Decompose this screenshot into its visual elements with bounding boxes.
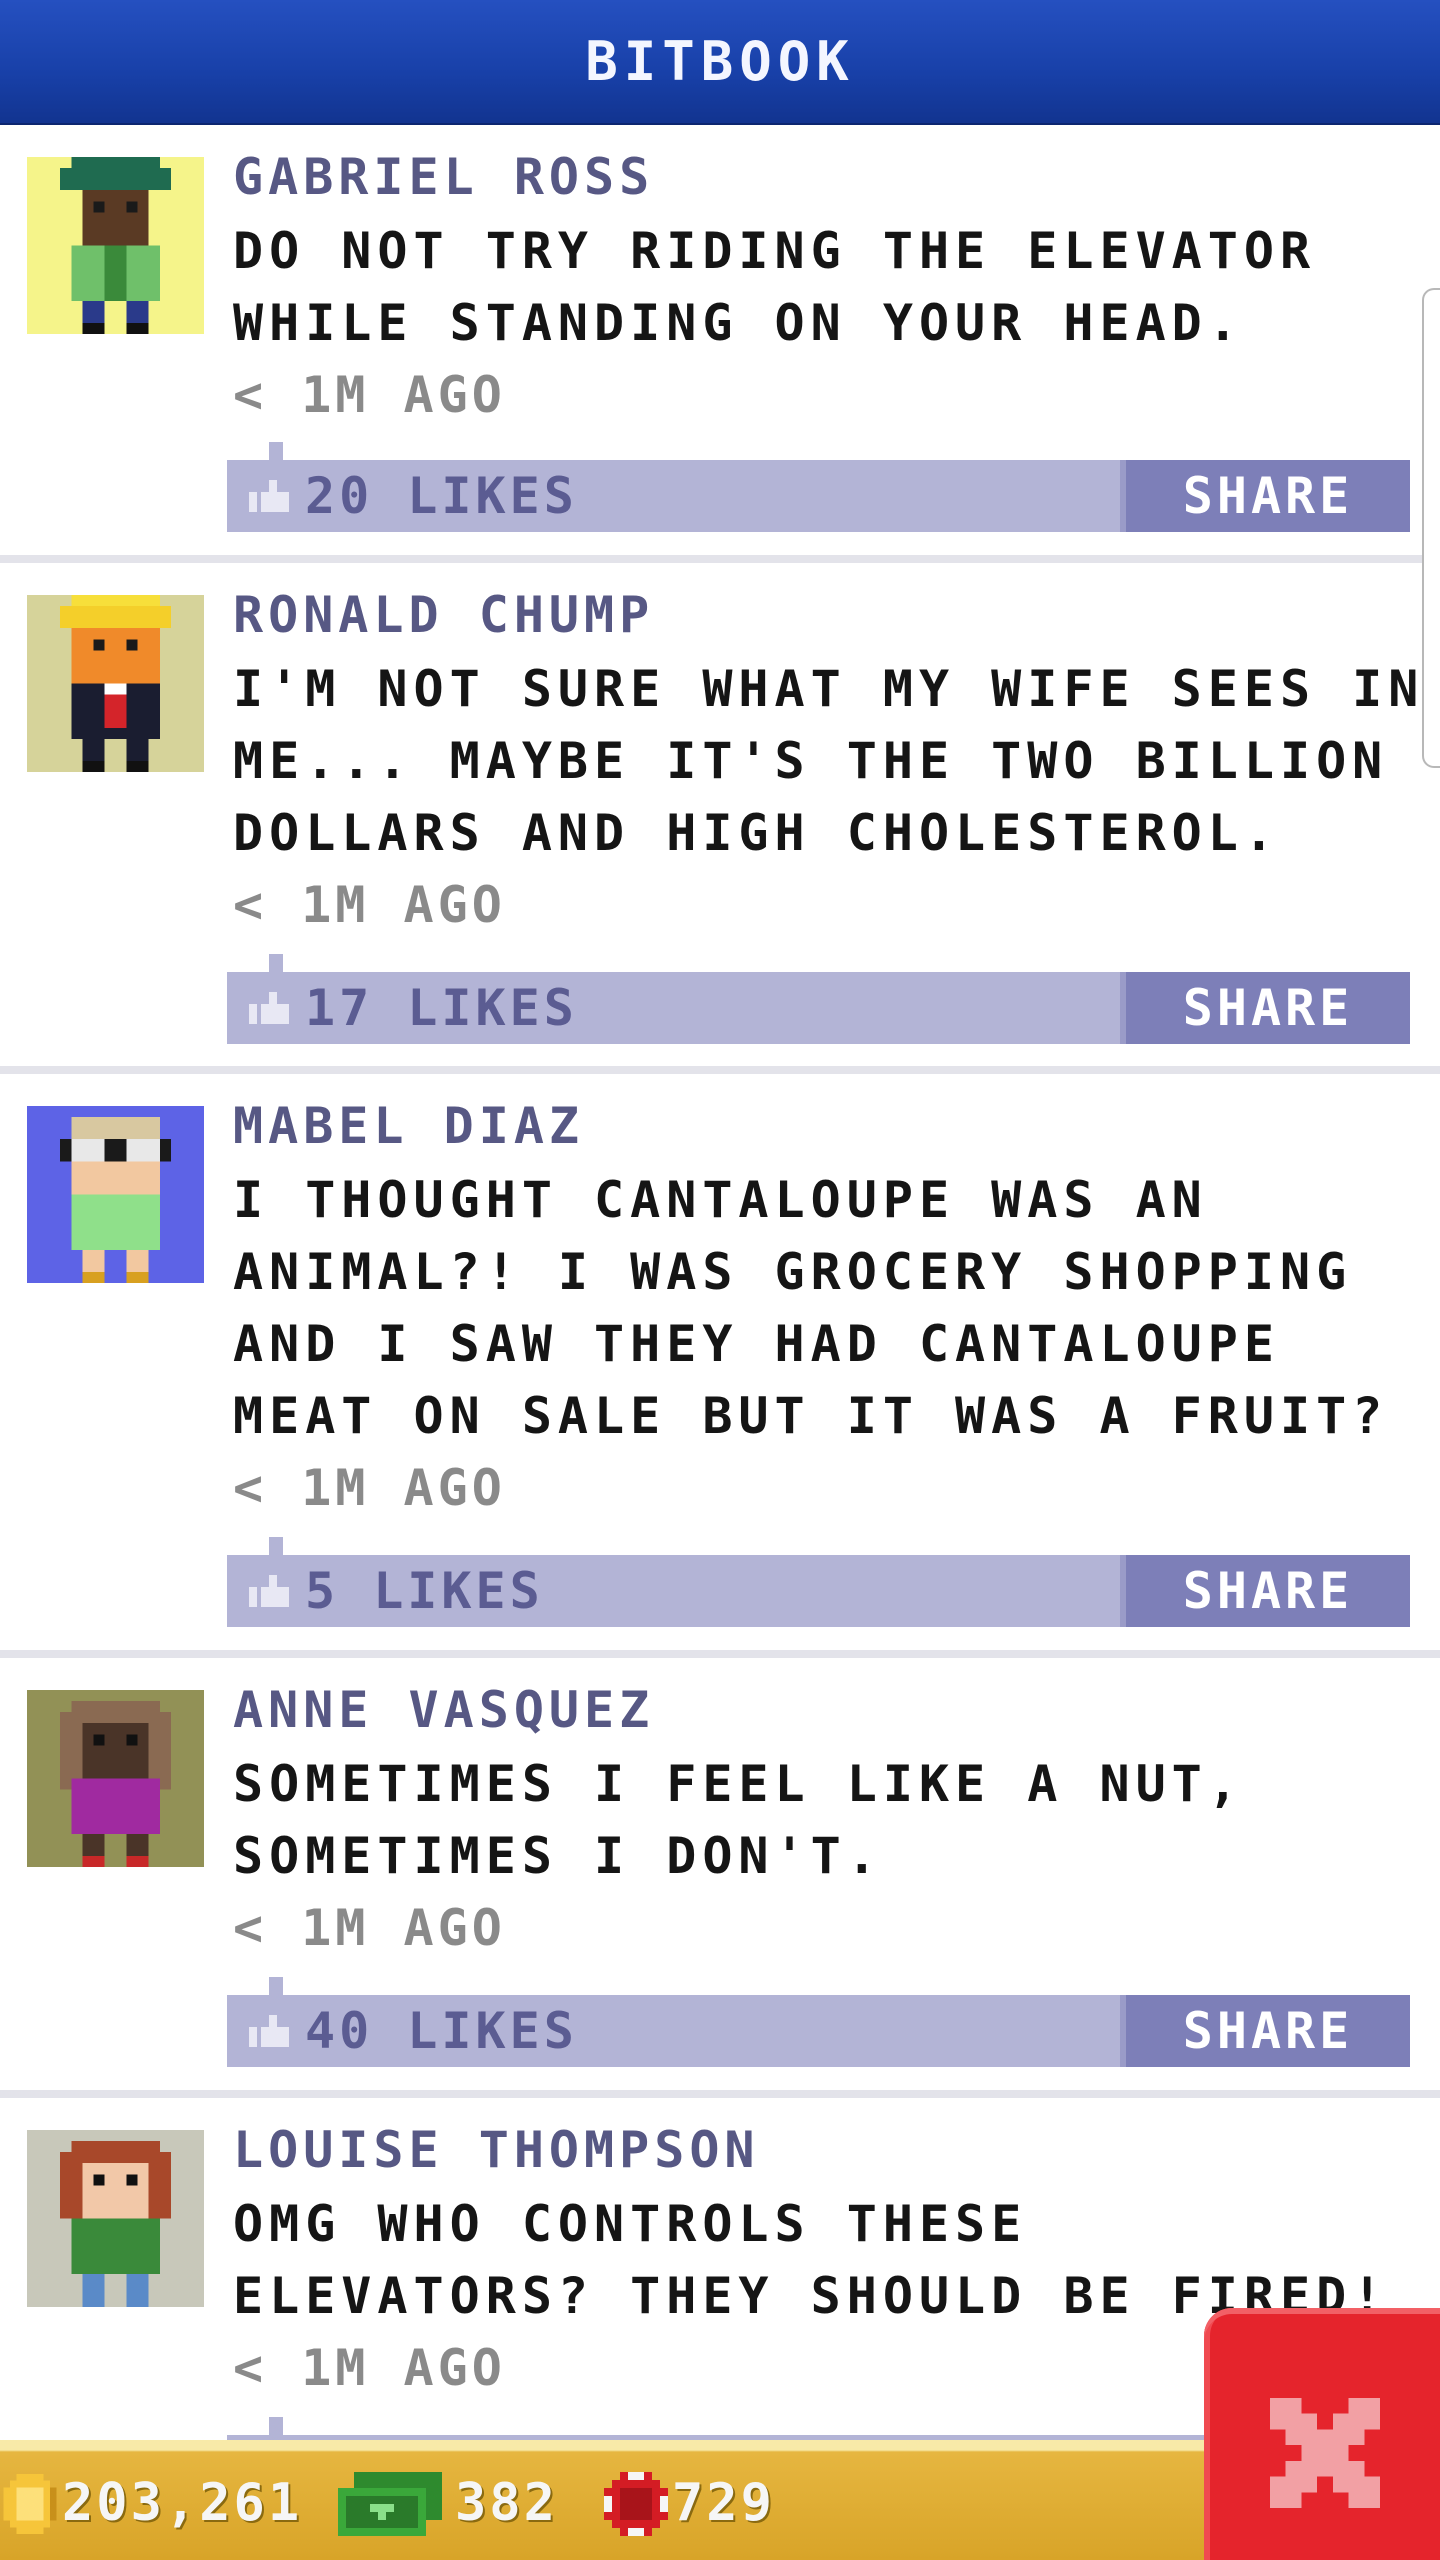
likes-count: 20 LIKES bbox=[305, 467, 578, 525]
share-button[interactable]: SHARE bbox=[1120, 1555, 1410, 1627]
post-text-line: MEAT ON SALE BUT IT WAS A FRUIT? bbox=[233, 1387, 1389, 1445]
bux-count: 382 bbox=[455, 2473, 558, 2533]
thumbs-up-icon[interactable] bbox=[249, 1575, 289, 1607]
post-author-name[interactable]: GABRIEL ROSS bbox=[233, 142, 654, 212]
post-timestamp: < 1M AGO bbox=[233, 876, 506, 934]
share-button[interactable]: SHARE bbox=[1120, 460, 1410, 532]
post-timestamp: < 1M AGO bbox=[233, 366, 506, 424]
tokens-count: 729 bbox=[672, 2473, 775, 2533]
post-author-name[interactable]: RONALD CHUMP bbox=[233, 580, 654, 650]
coin-icon bbox=[3, 2474, 57, 2534]
post-card: GABRIEL ROSS DO NOT TRY RIDING THE ELEVA… bbox=[0, 125, 1440, 560]
post-divider bbox=[0, 555, 1440, 563]
post-author-name[interactable]: ANNE VASQUEZ bbox=[233, 1675, 654, 1745]
scrollbar-thumb[interactable] bbox=[1422, 288, 1440, 768]
post-divider bbox=[0, 2090, 1440, 2098]
like-bar: 5 LIKES SHARE bbox=[227, 1537, 1410, 1627]
coins-count: 203,261 bbox=[62, 2473, 303, 2533]
post-text-line: AND I SAW THEY HAD CANTALOUPE bbox=[233, 1315, 1280, 1373]
cash-icon bbox=[338, 2472, 442, 2536]
like-bar: 17 LIKES SHARE bbox=[227, 954, 1410, 1044]
post-text-line: DO NOT TRY RIDING THE ELEVATOR bbox=[233, 222, 1317, 280]
share-button-label: SHARE bbox=[1182, 467, 1354, 525]
likes-count: 40 LIKES bbox=[305, 2002, 578, 2060]
post-text-line: SOMETIMES I FEEL LIKE A NUT, bbox=[233, 1755, 1244, 1813]
post-author-name[interactable]: LOUISE THOMPSON bbox=[233, 2115, 760, 2185]
post-text-line: WHILE STANDING ON YOUR HEAD. bbox=[233, 294, 1244, 352]
post-text-line: I'M NOT SURE WHAT MY WIFE SEES IN bbox=[233, 660, 1425, 718]
thumbs-up-icon[interactable] bbox=[249, 2015, 289, 2047]
post-card: ANNE VASQUEZ SOMETIMES I FEEL LIKE A NUT… bbox=[0, 1658, 1440, 2093]
token-icon bbox=[604, 2472, 668, 2536]
share-button-label: SHARE bbox=[1182, 2002, 1354, 2060]
post-timestamp: < 1M AGO bbox=[233, 2339, 506, 2397]
avatar[interactable] bbox=[27, 2130, 204, 2307]
post-divider bbox=[0, 1650, 1440, 1658]
post-text-line: SOMETIMES I DON'T. bbox=[233, 1827, 883, 1885]
like-bar: 40 LIKES SHARE bbox=[227, 1977, 1410, 2067]
app-header: BITBOOK bbox=[0, 0, 1440, 125]
thumbs-up-icon[interactable] bbox=[249, 480, 289, 512]
likes-count: 17 LIKES bbox=[305, 979, 578, 1037]
close-button[interactable] bbox=[1204, 2308, 1440, 2560]
post-author-name[interactable]: MABEL DIAZ bbox=[233, 1091, 584, 1161]
post-text-line: OMG WHO CONTROLS THESE bbox=[233, 2195, 1028, 2253]
likes-count: 5 LIKES bbox=[305, 1562, 544, 1620]
post-timestamp: < 1M AGO bbox=[233, 1899, 506, 1957]
avatar[interactable] bbox=[27, 1690, 204, 1867]
post-text-line: DOLLARS AND HIGH CHOLESTEROL. bbox=[233, 804, 1280, 862]
post-divider bbox=[0, 1066, 1440, 1074]
avatar[interactable] bbox=[27, 1106, 204, 1283]
post-text-line: ANIMAL?! I WAS GROCERY SHOPPING bbox=[233, 1243, 1353, 1301]
avatar[interactable] bbox=[27, 157, 204, 334]
share-button-label: SHARE bbox=[1182, 979, 1354, 1037]
share-button[interactable]: SHARE bbox=[1120, 1995, 1410, 2067]
close-icon bbox=[1270, 2398, 1380, 2508]
post-card: RONALD CHUMP I'M NOT SURE WHAT MY WIFE S… bbox=[0, 563, 1440, 1070]
avatar[interactable] bbox=[27, 595, 204, 772]
thumbs-up-icon[interactable] bbox=[249, 992, 289, 1024]
post-card: MABEL DIAZ I THOUGHT CANTALOUPE WAS AN A… bbox=[0, 1074, 1440, 1654]
like-bar: 20 LIKES SHARE bbox=[227, 442, 1410, 532]
post-timestamp: < 1M AGO bbox=[233, 1459, 506, 1517]
share-button[interactable]: SHARE bbox=[1120, 972, 1410, 1044]
post-text-line: I THOUGHT CANTALOUPE WAS AN bbox=[233, 1171, 1208, 1229]
app-title: BITBOOK bbox=[585, 30, 855, 93]
share-button-label: SHARE bbox=[1182, 1562, 1354, 1620]
post-text-line: ME... MAYBE IT'S THE TWO BILLION bbox=[233, 732, 1389, 790]
